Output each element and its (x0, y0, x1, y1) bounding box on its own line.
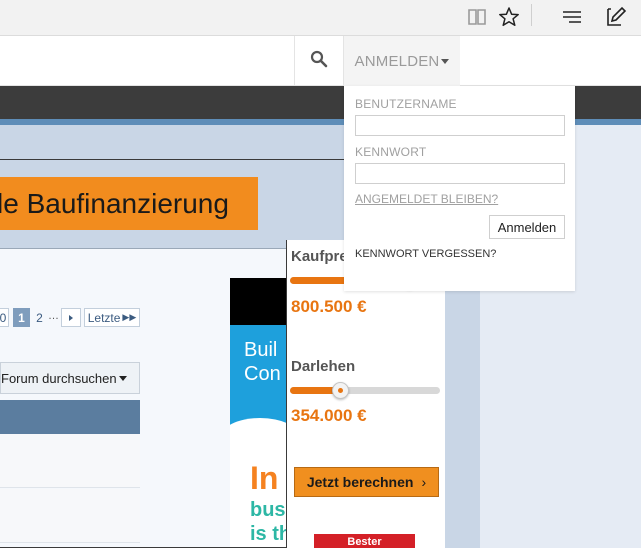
forgot-password-link[interactable]: KENNWORT VERGESSEN? (355, 248, 496, 260)
web-note-icon[interactable] (603, 4, 629, 30)
search-icon (310, 50, 328, 73)
password-field[interactable] (355, 163, 565, 184)
hub-lines-icon[interactable] (559, 4, 585, 30)
login-button-label: ANMELDEN (354, 52, 440, 70)
login-submit-button[interactable]: Anmelden (489, 215, 565, 239)
calculate-button-label: Jetzt berechnen (306, 474, 414, 490)
darlehen-value: 354.000 € (291, 406, 367, 425)
login-dropdown: BENUTZERNAME KENNWORT ANGEMELDET BLEIBEN… (344, 86, 575, 291)
caret-down-icon (441, 58, 450, 64)
login-submit-label: Anmelden (497, 219, 557, 235)
calculate-button[interactable]: Jetzt berechnen › (294, 467, 439, 497)
star-icon[interactable] (497, 4, 521, 30)
toolbar-separator (531, 4, 532, 26)
password-label: KENNWORT (355, 145, 427, 159)
award-badge: Bester (314, 534, 415, 548)
book-icon[interactable] (465, 4, 489, 30)
chevron-right-icon: › (421, 474, 427, 490)
browser-toolbar (0, 0, 641, 36)
mortgage-banner-text: le Baufinanzierung (0, 187, 229, 219)
darlehen-label: Darlehen (291, 358, 356, 375)
site-header: ANMELDEN (0, 36, 641, 86)
username-field[interactable] (355, 115, 565, 136)
darlehen-slider[interactable] (290, 382, 440, 399)
login-dropdown-button[interactable]: ANMELDEN (344, 36, 460, 86)
username-label: BENUTZERNAME (355, 97, 457, 111)
search-button[interactable] (294, 36, 344, 86)
stay-logged-in-checkbox-label[interactable]: ANGEMELDET BLEIBEN? (355, 192, 498, 206)
mortgage-ad-banner[interactable]: le Baufinanzierung (0, 177, 258, 230)
darlehen-slider-handle[interactable] (331, 382, 349, 399)
kaufpreis-value: 800.500 € (291, 297, 367, 316)
